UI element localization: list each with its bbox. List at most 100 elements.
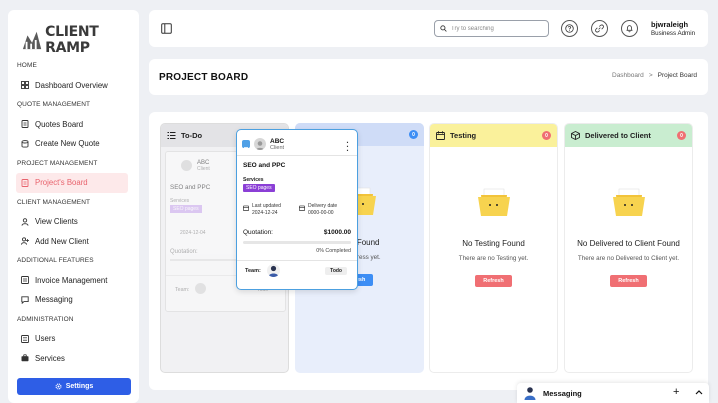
section-administration: ADMINISTRATION	[17, 315, 74, 323]
search-box[interactable]	[434, 20, 549, 37]
settings-button[interactable]: Settings	[17, 378, 131, 395]
last-updated-label: Last updated	[252, 203, 281, 209]
sidebar-item-messaging[interactable]: Messaging	[16, 290, 128, 310]
ghost-last-updated: 2024-12-04	[180, 230, 206, 236]
database-icon	[21, 139, 29, 148]
help-button[interactable]	[561, 20, 578, 37]
empty-state: No Testing Found There are no Testing ye…	[430, 187, 557, 287]
messaging-widget[interactable]: Messaging +	[517, 383, 709, 403]
progress-bar	[243, 241, 351, 244]
list-icon	[167, 132, 176, 139]
sidebar-item-view-clients[interactable]: View Clients	[16, 212, 128, 232]
column-body: No Testing Found There are no Testing ye…	[430, 147, 557, 372]
more-options-icon[interactable]: · · ·	[346, 139, 349, 155]
column-header: Delivered to Client 0	[565, 124, 692, 147]
calendar-icon	[299, 205, 305, 211]
ghost-quotation-label: Quotation:	[170, 249, 198, 255]
briefcase-icon	[21, 354, 29, 362]
team-label: Team:	[245, 268, 261, 274]
top-header: bjwraleigh Business Admin	[149, 10, 708, 47]
section-quote-management: QUOTE MANAGEMENT	[17, 101, 91, 108]
sidebar-item-invoice-management[interactable]: Invoice Management	[16, 271, 128, 291]
user-icon	[21, 218, 29, 226]
client-avatar	[254, 138, 266, 150]
user-name[interactable]: bjwraleigh	[651, 20, 688, 29]
document-icon	[21, 178, 29, 187]
ghost-service-tag: SEO pages	[170, 205, 202, 213]
gear-icon	[55, 383, 62, 390]
sidebar-item-dashboard-overview[interactable]: Dashboard Overview	[16, 76, 128, 96]
sidebar-item-create-new-quote[interactable]: Create New Quote	[16, 134, 128, 154]
quotation-label: Quotation:	[243, 229, 273, 236]
sidebar-toggle-icon[interactable]	[161, 23, 172, 34]
avatar	[195, 283, 206, 294]
new-message-icon[interactable]: +	[673, 386, 679, 398]
notifications-button[interactable]	[621, 20, 638, 37]
empty-title: No Delivered to Client Found	[577, 239, 680, 248]
project-card[interactable]: ABC Client · · · SEO and PPC Services SEO …	[236, 129, 358, 290]
avatar	[181, 160, 192, 171]
page-title: PROJECT BOARD	[159, 72, 249, 83]
sidebar-item-services[interactable]: Services	[16, 349, 128, 369]
count-badge: 0	[409, 130, 418, 139]
empty-subtitle: There are no Delivered to Client yet.	[577, 255, 680, 262]
user-role: Business Admin	[651, 30, 696, 37]
empty-folder-icon	[612, 188, 645, 216]
drag-handle-icon[interactable]	[242, 140, 250, 151]
sidebar-item-label: View Clients	[35, 217, 78, 227]
search-input[interactable]	[451, 25, 541, 32]
ghost-services-label: Services	[170, 198, 190, 204]
empty-folder-icon	[477, 188, 510, 216]
user-plus-icon	[21, 237, 29, 245]
section-home: HOME	[17, 62, 37, 69]
sidebar-item-projects-board[interactable]: Project's Board	[16, 173, 128, 193]
sidebar-item-label: Add New Client	[35, 236, 89, 246]
sidebar-item-quotes-board[interactable]: Quotes Board	[16, 115, 128, 135]
empty-subtitle: There are no Testing yet.	[458, 255, 529, 262]
document-icon	[21, 120, 29, 129]
page-title-bar: PROJECT BOARD Dashboard > Project Board	[149, 59, 708, 95]
breadcrumb-dashboard[interactable]: Dashboard	[612, 72, 644, 79]
link-button[interactable]	[591, 20, 608, 37]
search-icon	[440, 25, 447, 32]
chevron-up-icon[interactable]	[695, 389, 703, 395]
logo-icon	[22, 31, 42, 50]
refresh-button[interactable]: Refresh	[475, 275, 512, 287]
sidebar-item-label: Create New Quote	[35, 139, 100, 149]
sidebar-item-label: Services	[35, 353, 65, 363]
column-title: To-Do	[181, 131, 203, 140]
ghost-client-role: Client	[197, 166, 210, 172]
status-badge: Todo	[325, 267, 347, 275]
refresh-button[interactable]: Refresh	[610, 275, 647, 287]
sidebar-nav: HOME Dashboard Overview QUOTE MANAGEMENT…	[8, 56, 139, 368]
progress-text: 0% Completed	[316, 248, 351, 254]
logo[interactable]: CLIENT RAMP	[22, 24, 139, 56]
sidebar-item-add-new-client[interactable]: Add New Client	[16, 232, 128, 252]
calendar-icon	[436, 131, 445, 140]
divider	[237, 260, 357, 261]
column-header: Testing 0	[430, 124, 557, 147]
bell-icon	[626, 25, 633, 33]
avatar-icon	[268, 265, 279, 277]
avatar-icon	[524, 387, 536, 400]
breadcrumb: Dashboard > Project Board	[612, 72, 697, 79]
ghost-team-label: Team:	[175, 287, 190, 293]
box-icon	[571, 131, 580, 140]
last-updated: Last updated 2024-12-24	[243, 203, 281, 216]
delivery-date: Delivery date 0000-00-00	[299, 203, 337, 216]
sidebar-item-label: Messaging	[35, 295, 73, 305]
section-client-management: CLIENT MANAGEMENT	[17, 198, 91, 206]
sidebar-item-users[interactable]: Users	[16, 329, 128, 349]
last-updated-value: 2024-12-24	[252, 210, 278, 216]
ghost-title: SEO and PPC	[170, 184, 211, 191]
column-testing: Testing 0 No Testing Found There are no …	[429, 123, 558, 373]
column-body: No Delivered to Client Found There are n…	[565, 147, 692, 372]
list-icon	[21, 334, 29, 343]
empty-title: No Testing Found	[462, 239, 525, 248]
sidebar: CLIENT RAMP HOME Dashboard Overview QUOT…	[8, 10, 139, 403]
team-member-avatar[interactable]	[267, 264, 280, 277]
column-title: Delivered to Client	[585, 131, 651, 140]
services-label: Services	[243, 177, 264, 183]
user-icon	[255, 141, 265, 150]
divider	[237, 155, 357, 156]
